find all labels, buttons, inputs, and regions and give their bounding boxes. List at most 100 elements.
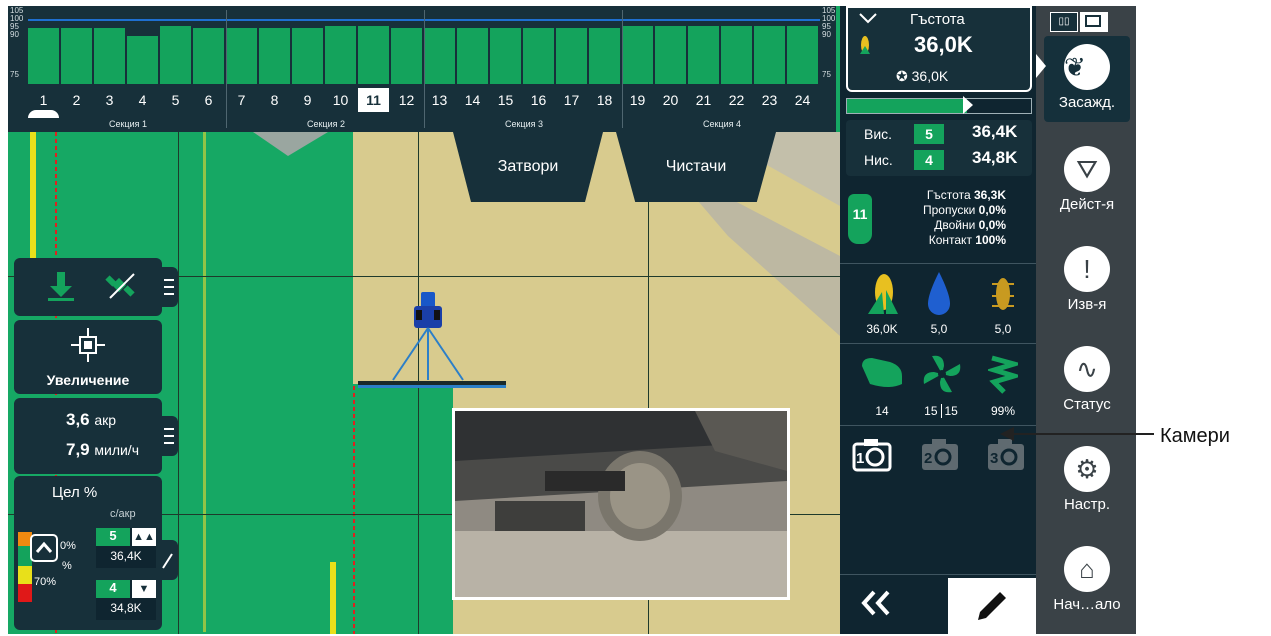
cleaners-button[interactable]: Чистачи bbox=[616, 132, 776, 202]
section-divider bbox=[622, 10, 623, 128]
zoom-button[interactable]: Увеличение bbox=[14, 320, 162, 394]
metrics-row-2[interactable]: 14 15 15 99% bbox=[840, 346, 1036, 426]
nav-item-settings[interactable]: ⚙ Настр. bbox=[1044, 440, 1130, 528]
metrics-row-1[interactable]: 36,0K 5,0 5,0 bbox=[840, 264, 1036, 344]
high-value: 36,4K bbox=[972, 122, 1018, 141]
download-icon[interactable] bbox=[46, 270, 76, 304]
row-bar bbox=[160, 16, 191, 84]
row-number[interactable]: 2 bbox=[61, 88, 92, 112]
low-target-box[interactable]: 4 ▼ 34,8K bbox=[96, 580, 156, 620]
nav-item-actions[interactable]: ⛛ Дейст-я bbox=[1044, 140, 1130, 228]
edit-button[interactable] bbox=[948, 578, 1036, 634]
nav-item-status[interactable]: ∿ Статус bbox=[1044, 340, 1130, 428]
nav-label: Дейст-я bbox=[1059, 196, 1115, 213]
density-title: Гъстота bbox=[910, 11, 965, 28]
camera-view[interactable] bbox=[452, 408, 790, 600]
insect-icon bbox=[992, 278, 1014, 310]
chevron-down-icon[interactable] bbox=[858, 12, 878, 26]
density-box[interactable]: Гъстота 36,0K ✪ 36,0K bbox=[846, 6, 1032, 92]
camera-2-button[interactable]: 2 bbox=[920, 436, 960, 472]
row-number[interactable]: 16 bbox=[523, 88, 554, 112]
callout-label: Камери bbox=[1160, 425, 1230, 447]
row-bar bbox=[325, 16, 356, 84]
row-number[interactable]: 10 bbox=[325, 88, 356, 112]
density-target: 36,0K bbox=[911, 68, 949, 84]
row-number[interactable]: 4 bbox=[127, 88, 158, 112]
row-number[interactable]: 20 bbox=[655, 88, 686, 112]
row-number[interactable]: 13 bbox=[424, 88, 455, 112]
row-bar bbox=[556, 16, 587, 84]
row-number[interactable]: 1 bbox=[28, 88, 59, 112]
low-label: Нис. bbox=[864, 152, 893, 168]
nav-label: Настр. bbox=[1063, 496, 1111, 513]
satellite-icon[interactable] bbox=[104, 270, 138, 304]
section-bar: 1 2 3 4 5 6 7 8 9 10 11 12 13 14 15 16 17 18 19 20 21 22 23 24 С… bbox=[8, 6, 836, 132]
density-value: 36,0K bbox=[914, 32, 973, 57]
row-number[interactable]: 3 bbox=[94, 88, 125, 112]
collapse-button[interactable] bbox=[30, 534, 58, 562]
row-number[interactable]: 19 bbox=[622, 88, 653, 112]
single-view-icon[interactable] bbox=[1080, 12, 1108, 32]
camera-3-button[interactable]: 3 bbox=[986, 436, 1026, 472]
target-panel: Цел % с/акр 0% % 70% 5 ▲▲ 36,4K 4 ▼ 34,8… bbox=[14, 476, 178, 630]
view-toggle[interactable]: ▯▯ bbox=[1050, 12, 1110, 34]
row-number[interactable]: 11 bbox=[358, 88, 389, 112]
row-number[interactable]: 6 bbox=[193, 88, 224, 112]
nav-item-planting[interactable]: ❦ Засажд. bbox=[1044, 36, 1130, 122]
section-label: Секция 1 bbox=[108, 119, 147, 129]
chevron-up-icon bbox=[35, 541, 53, 553]
row-number[interactable]: 9 bbox=[292, 88, 323, 112]
mountain-down-icon: ▼ bbox=[132, 580, 156, 598]
camera-1-button[interactable]: 1 bbox=[852, 436, 892, 472]
row-bar bbox=[226, 16, 257, 84]
metric-value: 15 bbox=[924, 404, 938, 418]
field-map[interactable]: 1 2 3 4 5 6 7 8 9 10 11 12 13 14 15 16 17 18 19 20 21 22 23 24 С… bbox=[8, 6, 840, 634]
nav-item-home[interactable]: ⌂ Нач…ало bbox=[1044, 540, 1130, 628]
tractor-icon bbox=[358, 292, 506, 388]
stats-list: Гъстота 36,3K Пропуски 0,0% Двойни 0,0% … bbox=[880, 188, 1030, 248]
nav-item-alerts[interactable]: ! Изв-я bbox=[1044, 240, 1130, 328]
row-bar bbox=[457, 16, 488, 84]
shutters-button[interactable]: Затвори bbox=[453, 132, 603, 202]
split-view-icon[interactable]: ▯▯ bbox=[1050, 12, 1078, 32]
speed-value: 7,9 bbox=[66, 440, 90, 459]
target-edit-button[interactable] bbox=[160, 540, 178, 580]
row-number[interactable]: 18 bbox=[589, 88, 620, 112]
drop-icon bbox=[928, 272, 950, 315]
speed-unit: мили/ч bbox=[94, 442, 139, 458]
low-value: 34,8K bbox=[110, 601, 142, 615]
high-target-box[interactable]: 5 ▲▲ 36,4K bbox=[96, 528, 156, 568]
row-bar bbox=[688, 16, 719, 84]
area-speed-menu-button[interactable] bbox=[160, 416, 178, 456]
row-number[interactable]: 17 bbox=[556, 88, 587, 112]
map-tools-menu-button[interactable] bbox=[160, 267, 178, 307]
pulse-icon: ∿ bbox=[1064, 346, 1110, 392]
row-bar bbox=[721, 16, 752, 84]
metric-value: 36,0K bbox=[866, 322, 898, 336]
row-number[interactable]: 15 bbox=[490, 88, 521, 112]
row-number[interactable]: 24 bbox=[787, 88, 818, 112]
planting-icon: ❦ bbox=[1064, 44, 1110, 90]
row-number[interactable]: 7 bbox=[226, 88, 257, 112]
high-low-box[interactable]: Вис. 5 36,4K Нис. 4 34,8K bbox=[846, 120, 1032, 176]
row-bar bbox=[292, 16, 323, 84]
screen: 1 2 3 4 5 6 7 8 9 10 11 12 13 14 15 16 17 18 19 20 21 22 23 24 С… bbox=[8, 6, 1136, 634]
corn-icon bbox=[860, 36, 870, 54]
stat-value: 0,0% bbox=[978, 218, 1006, 232]
row-number[interactable]: 23 bbox=[754, 88, 785, 112]
row-number[interactable]: 5 bbox=[160, 88, 191, 112]
stat-value: 0,0% bbox=[978, 203, 1006, 217]
double-chevron-left-icon[interactable] bbox=[858, 588, 894, 618]
row-stats[interactable]: 11 Гъстота 36,3K Пропуски 0,0% Двойни 0,… bbox=[840, 180, 1036, 264]
stat-label: Двойни bbox=[934, 218, 976, 232]
yellow-legend bbox=[18, 566, 32, 584]
row-bar bbox=[523, 16, 554, 84]
row-number[interactable]: 21 bbox=[688, 88, 719, 112]
metric-value: 5,0 bbox=[994, 322, 1012, 336]
stat-label: Гъстота bbox=[926, 188, 971, 202]
row-number[interactable]: 12 bbox=[391, 88, 422, 112]
callout-arrow-icon bbox=[1000, 427, 1014, 441]
row-number[interactable]: 8 bbox=[259, 88, 290, 112]
row-number[interactable]: 22 bbox=[721, 88, 752, 112]
row-number[interactable]: 14 bbox=[457, 88, 488, 112]
